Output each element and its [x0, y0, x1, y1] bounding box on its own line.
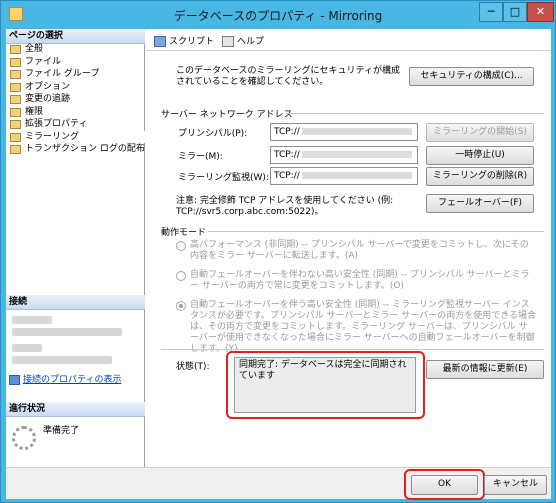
page-icon [10, 145, 21, 154]
page-item-label: ミラーリング [25, 131, 80, 142]
page-item-permissions[interactable]: 権限 [6, 106, 145, 119]
redacted-text [12, 316, 52, 324]
high-safety-auto-failover-description: 自動フェールオーバーを伴う高い安全性 (同期) -- ミラーリング監視サーバー … [190, 300, 537, 354]
start-mirroring-button[interactable]: ミラーリングの開始(S) [426, 123, 534, 142]
witness-label: ミラーリング監視(W): [178, 173, 269, 183]
high-safety-no-failover-description: 自動フェールオーバーを伴わない高い安全性 (同期) -- プリンシパル サーバー… [190, 270, 530, 291]
refresh-button[interactable]: 最新の情報に更新(E) [426, 360, 544, 379]
maximize-button[interactable]: □ [503, 2, 527, 22]
script-icon [154, 36, 166, 47]
page-item-label: 全般 [25, 44, 44, 54]
section-divider [161, 349, 544, 350]
toolbar: スクリプト ▾ ヘルプ [146, 29, 551, 51]
ok-highlight [404, 469, 485, 500]
pages-header: ページの選択 [6, 29, 145, 44]
connection-info [6, 312, 145, 368]
help-label: ヘルプ [237, 37, 265, 47]
status-label: 状態(T): [176, 362, 210, 372]
high-performance-radio[interactable] [176, 241, 186, 251]
window-title: データベースのプロパティ - Mirroring [173, 9, 383, 23]
section-divider [208, 231, 544, 232]
redacted-text [301, 172, 412, 179]
redacted-text [12, 356, 112, 364]
page-icon [10, 57, 21, 67]
page-list: 全般 ファイル ファイル グループ オプション 変更の追跡 権限 拡張プロパティ… [6, 43, 145, 156]
page-item-extended-properties[interactable]: 拡張プロパティ [6, 118, 145, 131]
page-item-options[interactable]: オプション [6, 81, 145, 94]
redacted-text [12, 328, 122, 336]
connection-icon [9, 374, 20, 385]
page-item-mirroring[interactable]: ミラーリング [6, 130, 145, 143]
high-safety-auto-failover-radio[interactable] [176, 301, 186, 311]
redacted-text [301, 128, 412, 135]
remove-mirroring-button[interactable]: ミラーリングの削除(R) [426, 167, 534, 186]
high-performance-description: 高パフォーマンス (非同期) -- プリンシパル サーバーで変更をコミットし、次… [190, 240, 529, 261]
redacted-text [12, 344, 42, 352]
page-item-label: 変更の追跡 [25, 94, 71, 104]
close-button[interactable]: ✕ [527, 2, 554, 22]
dialog-client-area: ページの選択 全般 ファイル ファイル グループ オプション 変更の追跡 権限 … [6, 29, 551, 500]
page-item-label: ファイル [25, 56, 62, 67]
high-safety-no-failover-radio[interactable] [176, 271, 186, 281]
status-highlight [226, 351, 425, 419]
page-item-label: ファイル グループ [25, 69, 100, 79]
dialog-footer: OK キャンセル [6, 467, 551, 500]
connection-properties-label: 接続のプロパティの表示 [23, 375, 122, 385]
page-item-files[interactable]: ファイル [6, 56, 145, 69]
operating-mode-label: 動作モード [161, 228, 207, 238]
page-icon [10, 95, 21, 104]
page-item-change-tracking[interactable]: 変更の追跡 [6, 93, 145, 106]
connection-properties-link[interactable]: 接続のプロパティの表示 [9, 372, 121, 385]
principal-address-value: TCP:// [274, 127, 300, 137]
connection-header: 接続 [6, 295, 145, 310]
page-item-label: トランザクション ログの配布 [25, 144, 145, 154]
mirroring-page: スクリプト ▾ ヘルプ このデータベースのミラーリングにセキュリティが構成されて… [146, 29, 551, 467]
progress-header: 進行状況 [6, 402, 145, 417]
page-item-label: オプション [25, 81, 71, 92]
title-bar[interactable]: データベースのプロパティ - Mirroring ─ □ ✕ [1, 1, 555, 29]
page-icon [10, 82, 21, 92]
redacted-text [301, 151, 412, 158]
mirror-address-value: TCP:// [274, 150, 300, 160]
help-icon [222, 36, 234, 47]
page-item-label: 拡張プロパティ [25, 119, 88, 129]
cancel-button[interactable]: キャンセル [484, 475, 547, 495]
minimize-button[interactable]: ─ [479, 2, 503, 22]
witness-address-field[interactable]: TCP:// [270, 167, 418, 185]
security-description: このデータベースのミラーリングにセキュリティが構成されていることを確認してくださ… [176, 66, 401, 87]
mirror-label: ミラー(M): [178, 152, 223, 162]
section-divider [286, 113, 544, 114]
configure-security-button[interactable]: セキュリティの構成(C)... [409, 67, 534, 86]
page-item-general[interactable]: 全般 [6, 43, 145, 56]
page-icon [10, 70, 21, 79]
page-item-label: 権限 [25, 106, 44, 117]
page-icon [10, 107, 21, 117]
page-item-filegroups[interactable]: ファイル グループ [6, 68, 145, 81]
script-button[interactable]: スクリプト ▾ [154, 34, 227, 47]
dialog-window: データベースのプロパティ - Mirroring ─ □ ✕ ページの選択 全般… [0, 0, 556, 503]
script-label: スクリプト [169, 37, 215, 47]
principal-label: プリンシパル(P): [178, 129, 248, 139]
page-icon [10, 45, 21, 54]
help-button[interactable]: ヘルプ [222, 34, 264, 47]
pause-button[interactable]: 一時停止(U) [426, 146, 534, 165]
page-icon [10, 132, 21, 142]
address-note: 注意: 完全修飾 TCP アドレスを使用してください (例: TCP://svr… [176, 196, 394, 217]
page-item-log-shipping[interactable]: トランザクション ログの配布 [6, 143, 145, 156]
progress-spinner-icon [12, 426, 36, 450]
page-selector-pane: ページの選択 全般 ファイル ファイル グループ オプション 変更の追跡 権限 … [6, 29, 145, 467]
mirror-address-field[interactable]: TCP:// [270, 146, 418, 164]
failover-button[interactable]: フェールオーバー(F) [426, 194, 534, 213]
progress-status: 準備完了 [43, 426, 80, 436]
witness-address-value: TCP:// [274, 171, 300, 181]
page-icon [10, 120, 21, 129]
network-section-label: サーバー ネットワーク アドレス [161, 110, 293, 120]
principal-address-field[interactable]: TCP:// [270, 123, 418, 141]
